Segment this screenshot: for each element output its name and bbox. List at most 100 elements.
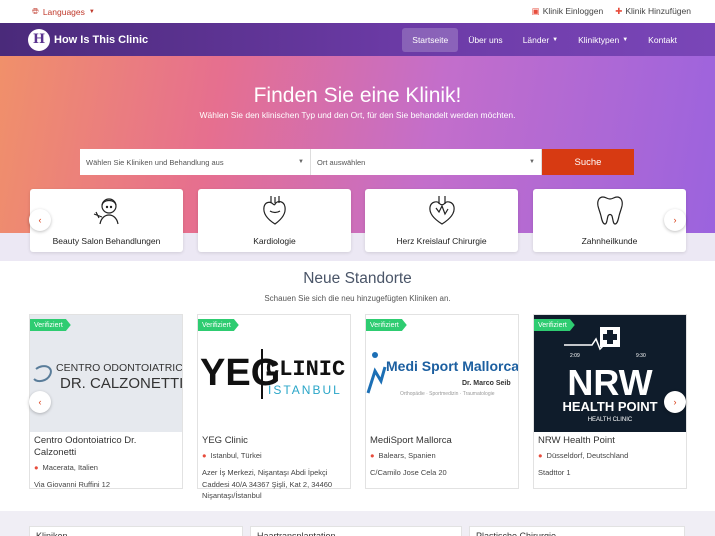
clinic-address: Stadttor 1 [538, 468, 571, 477]
nav-label: Kliniktypen [578, 34, 620, 45]
chevron-right-icon: › [673, 215, 677, 225]
nav-label: Länder [522, 34, 550, 45]
top-bar: 🌐︎ Languages ▼ ▣ Klinik Einloggen ✚ Klinik… [0, 0, 715, 23]
logo-text-line1: CENTRO ODONTOIATRICO [56, 362, 182, 374]
hospital-icon: ▣ [531, 6, 540, 16]
clinic-image: 2:09 9:30 NRW HEALTH POINT HEALTH CLINIC [534, 315, 686, 432]
clinic-location-text: Macerata, Italien [42, 463, 98, 472]
map-pin-icon: ● [202, 451, 207, 460]
category-label: Kardiologie [253, 236, 296, 246]
map-pin-icon: ● [34, 463, 39, 472]
chevron-left-icon: ‹ [38, 215, 42, 225]
clinic-location-text: Düsseldorf, Deutschland [546, 451, 629, 460]
clinic-image: CENTRO ODONTOIATRICO DR. CALZONETTI [30, 315, 182, 432]
logo-time-close: 9:30 [636, 353, 646, 359]
nav-kliniktypen[interactable]: Kliniktypen ▼ [568, 28, 638, 52]
clinic-image: YEG CLINIC ISTANBUL [198, 315, 350, 432]
hero-title: Finden Sie eine Klinik! [253, 84, 462, 107]
caret-down-icon: ▼ [298, 159, 304, 165]
clinic-location: ● Düsseldorf, Deutschland [538, 451, 628, 460]
clinic-card-calzonetti[interactable]: CENTRO ODONTOIATRICO DR. CALZONETTI Veri… [29, 314, 183, 489]
logo-text-line3: ISTANBUL [268, 383, 342, 397]
clinic-address: Via Giovanni Ruffini 12 [34, 480, 111, 489]
logo-text-line1: Medi Sport Mallorca [386, 358, 518, 374]
logo-text-line2: HEALTH POINT [562, 399, 657, 414]
logo-text-line2: CLINIC [266, 357, 345, 382]
logo-text-line1: NRW [567, 362, 652, 403]
clinic-logo-image: CENTRO ODONTOIATRICO DR. CALZONETTI [33, 362, 182, 392]
category-card-beauty[interactable]: Beauty Salon Behandlungen [30, 189, 183, 252]
nav-label: Kontakt [648, 34, 677, 45]
clinic-name[interactable]: YEG Clinic [202, 435, 348, 447]
nav-label: Über uns [468, 34, 503, 45]
hero-subtitle: Wählen Sie den klinischen Typ und den Or… [199, 110, 516, 120]
logo-text: How Is This Clinic [54, 33, 149, 46]
clinic-card-yeg[interactable]: YEG CLINIC ISTANBUL Verifiziert YEG Clin… [197, 314, 351, 500]
verified-badge: Verifiziert [30, 319, 71, 331]
clinic-next-button[interactable]: › [664, 391, 686, 413]
plus-icon: ✚ [615, 6, 623, 16]
search-button[interactable]: Suche [542, 149, 634, 175]
clinic-name[interactable]: MediSport Mallorca [370, 435, 516, 447]
nav-startseite[interactable]: Startseite [402, 27, 459, 52]
clinic-location-text: Balears, Spanien [378, 451, 436, 460]
tile-plastische-chirurgie[interactable]: Plastische Chirurgie [469, 526, 685, 536]
new-locations-subtitle: Schauen Sie sich die neu hinzugefügten K… [264, 294, 451, 303]
logo-mark-icon: H [28, 28, 50, 51]
verified-badge: Verifiziert [366, 319, 407, 331]
tooth-icon [597, 196, 623, 225]
clinic-add-link[interactable]: ✚ Klinik Hinzufügen [615, 6, 691, 17]
search-bar: Wählen Sie Kliniken und Behandlung aus ▼ … [80, 149, 634, 175]
clinic-image: Medi Sport Mallorca Dr. Marco Seib Ortho… [366, 315, 518, 432]
clinic-address: Azer İş Merkezi, Nişantaşı Abdi İpekçi C… [202, 468, 333, 501]
clinic-name[interactable]: NRW Health Point [538, 435, 684, 447]
select-value: Ort auswählen [317, 157, 366, 167]
category-label: Herz Kreislauf Chirurgie [396, 236, 487, 246]
location-select[interactable]: Ort auswählen ▼ [311, 149, 542, 175]
map-pin-icon: ● [538, 451, 543, 460]
main-navbar: H How Is This Clinic Startseite Über uns… [0, 23, 715, 56]
tile-kliniken[interactable]: Kliniken [29, 526, 243, 536]
category-prev-button[interactable]: ‹ [29, 209, 51, 231]
caret-down-icon: ▼ [88, 8, 95, 15]
nav-ueber-uns[interactable]: Über uns [458, 28, 513, 52]
clinic-treatment-select[interactable]: Wählen Sie Kliniken und Behandlung aus ▼ [80, 149, 311, 175]
caret-down-icon: ▼ [622, 36, 629, 43]
new-locations-title: Neue Standorte [303, 270, 412, 287]
clinic-address: C/Camilo Jose Cela 20 [370, 468, 447, 477]
map-pin-icon: ● [370, 451, 375, 460]
chevron-left-icon: ‹ [38, 397, 42, 407]
clinic-logo-image: YEG CLINIC ISTANBUL [200, 349, 345, 399]
clinic-location: ● Istanbul, Türkei [202, 451, 262, 460]
caret-down-icon: ▼ [529, 159, 535, 165]
logo-text-line2: DR. CALZONETTI [60, 375, 182, 392]
language-label: Languages [42, 6, 85, 17]
verified-badge: Verifiziert [534, 319, 575, 331]
clinic-card-medisport[interactable]: Medi Sport Mallorca Dr. Marco Seib Ortho… [365, 314, 519, 489]
clinic-location-text: Istanbul, Türkei [210, 451, 262, 460]
beauty-salon-icon [93, 198, 119, 225]
clinic-logo-image: 2:09 9:30 NRW HEALTH POINT HEALTH CLINIC [562, 327, 658, 423]
clinic-prev-button[interactable]: ‹ [29, 391, 51, 413]
cardiovascular-icon [429, 196, 455, 225]
clinic-login-link[interactable]: ▣ Klinik Einloggen [532, 6, 604, 17]
category-label: Beauty Salon Behandlungen [52, 236, 161, 246]
nav-label: Startseite [412, 34, 449, 45]
category-card-cardiology[interactable]: Kardiologie [198, 189, 351, 252]
site-logo[interactable]: H How Is This Clinic [28, 28, 149, 51]
clinic-logo-image: Medi Sport Mallorca Dr. Marco Seib Ortho… [366, 352, 518, 397]
category-card-cardiovascular[interactable]: Herz Kreislauf Chirurgie [365, 189, 518, 252]
chevron-right-icon: › [673, 397, 677, 407]
caret-down-icon: ▼ [552, 36, 559, 43]
clinic-name[interactable]: Centro Odontoiatrico Dr. Calzonetti [34, 435, 180, 459]
category-next-button[interactable]: › [664, 209, 686, 231]
verified-badge: Verifiziert [198, 319, 239, 331]
globe-icon: 🌐︎ [32, 6, 39, 16]
nav-laender[interactable]: Länder ▼ [513, 28, 568, 52]
logo-text-line3: Orthopädie · Sportmedizin · Traumatologi… [400, 391, 495, 397]
tile-haartransplantation[interactable]: Haartransplantation [250, 526, 462, 536]
language-selector[interactable]: 🌐︎ Languages ▼ [32, 6, 95, 17]
nav-kontakt[interactable]: Kontakt [638, 28, 687, 52]
heart-icon [263, 196, 286, 225]
clinic-location: ● Balears, Spanien [370, 451, 436, 460]
